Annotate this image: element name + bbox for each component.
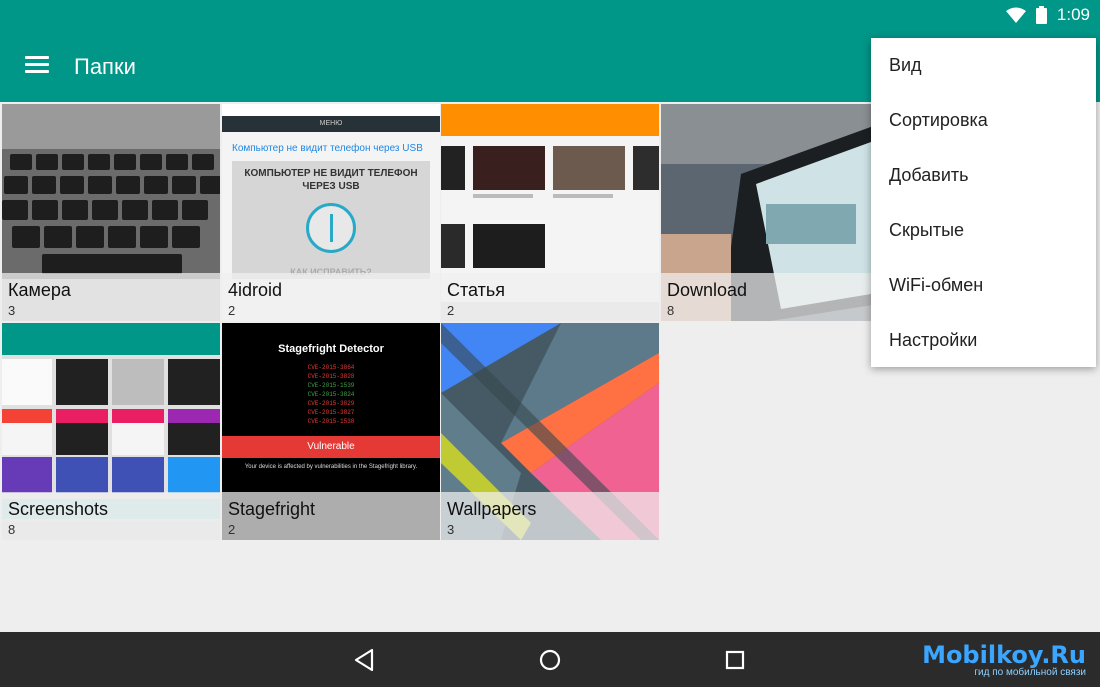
album-tile-4idroid[interactable]: МЕНЮ Компьютер не видит телефон через US… — [222, 104, 440, 321]
watermark: Mobilkoy.Ru гид по мобильной связи — [922, 641, 1086, 678]
status-bar: 1:09 — [0, 0, 1100, 32]
album-name: Download — [667, 280, 748, 300]
watermark-logo: Mobilkoy.Ru — [922, 641, 1086, 669]
clock: 1:09 — [1056, 5, 1090, 24]
system-nav-bar: Mobilkoy.Ru гид по мобильной связи — [0, 632, 1100, 687]
album-tile-stagefright[interactable]: Stagefright Detector CVE-2015-3864 CVE-2… — [222, 323, 440, 540]
album-name: Screenshots — [8, 499, 109, 519]
album-count: 3 — [8, 303, 16, 318]
menu-icon[interactable] — [25, 56, 49, 76]
recents-icon[interactable] — [722, 647, 748, 673]
overflow-menu: Вид Сортировка Добавить Скрытые WiFi-обм… — [871, 38, 1096, 367]
wifi-icon — [1005, 7, 1026, 23]
thumb-article-heading: Компьютер не видит телефон через USB — [232, 143, 423, 154]
album-caption: Download 8 — [661, 273, 879, 321]
thumb-sf-status: Vulnerable — [222, 436, 440, 458]
battery-icon — [1035, 6, 1047, 24]
menu-item-sort[interactable]: Сортировка — [871, 93, 1096, 148]
album-tile-screenshots[interactable]: Screenshots 8 — [2, 323, 220, 540]
album-count: 8 — [8, 522, 16, 537]
album-tile-download[interactable]: Download 8 — [661, 104, 879, 321]
album-tile-wallpapers[interactable]: Wallpapers 3 — [441, 323, 659, 540]
album-count: 2 — [228, 522, 236, 537]
thumb-site-header: МЕНЮ — [222, 116, 440, 132]
album-name: Статья — [447, 280, 506, 300]
album-count: 2 — [228, 303, 236, 318]
menu-item-wifi-share[interactable]: WiFi-обмен — [871, 258, 1096, 313]
album-count: 3 — [447, 522, 455, 537]
menu-item-settings[interactable]: Настройки — [871, 313, 1096, 368]
album-name: Wallpapers — [447, 499, 537, 519]
album-tile-article[interactable]: Статья 2 — [441, 104, 659, 321]
album-name: Stagefright — [228, 499, 316, 519]
thumb-sf-title: Stagefright Detector — [278, 343, 384, 355]
thumb-banner-text: КОМПЬЮТЕР НЕ ВИДИТ ТЕЛЕФОН ЧЕРЕЗ USB — [244, 168, 418, 192]
album-tile-camera[interactable]: Камера 3 — [2, 104, 220, 321]
album-caption: Статья 2 — [441, 273, 659, 321]
back-icon[interactable] — [352, 647, 378, 673]
album-count: 2 — [447, 303, 455, 318]
menu-item-hidden[interactable]: Скрытые — [871, 203, 1096, 258]
album-caption: Wallpapers 3 — [441, 492, 659, 540]
page-title: Папки — [74, 54, 136, 79]
menu-item-add[interactable]: Добавить — [871, 148, 1096, 203]
album-caption: 4idroid 2 — [222, 273, 440, 321]
usb-icon — [306, 203, 356, 253]
thumb-sf-desc: Your device is affected by vulnerabiliti… — [244, 464, 418, 470]
thumb-cve-list: CVE-2015-3864 CVE-2015-3828 CVE-2015-153… — [307, 364, 355, 425]
album-caption: Screenshots 8 — [2, 492, 220, 540]
album-name: 4idroid — [228, 280, 283, 300]
album-count: 8 — [667, 303, 675, 318]
screen: 1:09 Папки Камера 3 МЕНЮ Компьютер не ви… — [0, 0, 1100, 687]
album-caption: Камера 3 — [2, 273, 220, 321]
home-icon[interactable] — [537, 647, 563, 673]
menu-item-view[interactable]: Вид — [871, 38, 1096, 93]
thumb-banner: КОМПЬЮТЕР НЕ ВИДИТ ТЕЛЕФОН ЧЕРЕЗ USB КАК… — [232, 161, 430, 279]
album-name: Камера — [8, 280, 71, 300]
album-caption: Stagefright 2 — [222, 492, 440, 540]
